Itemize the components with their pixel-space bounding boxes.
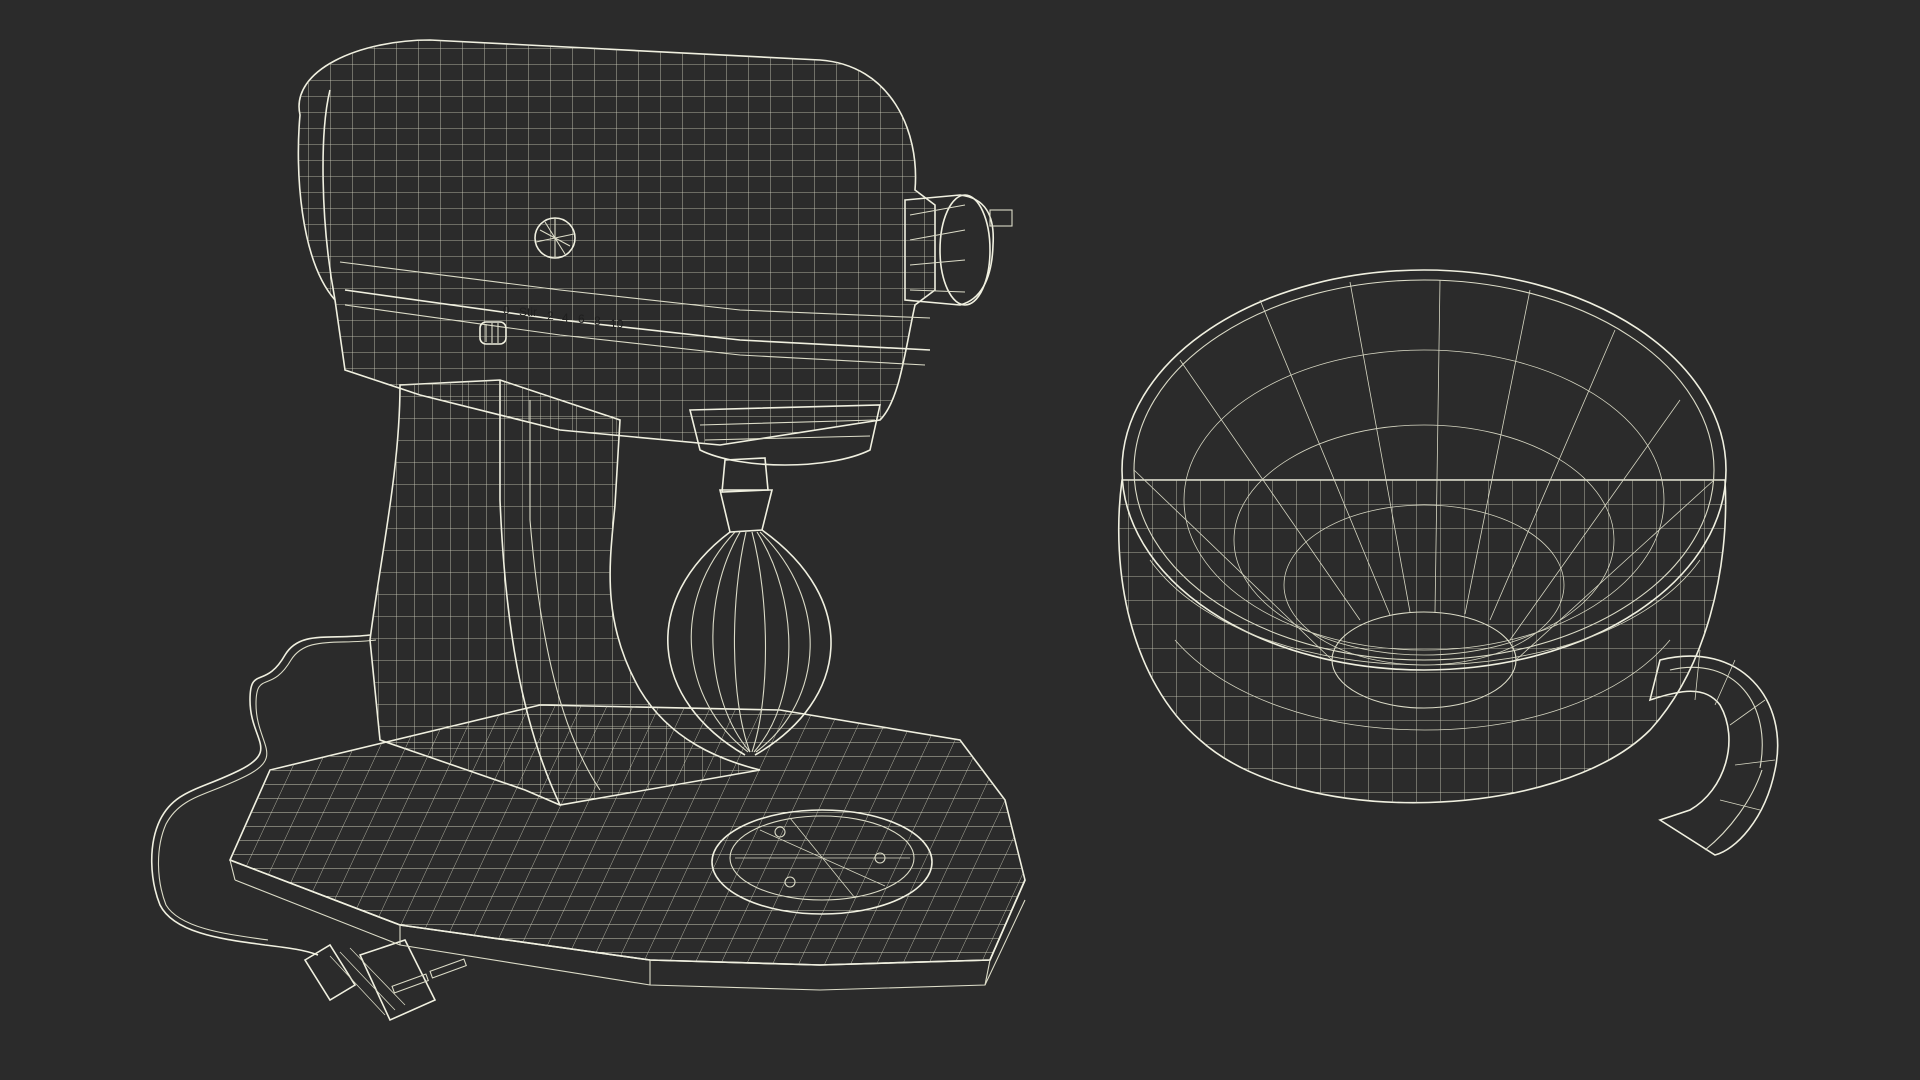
- speed-label-0: 0: [503, 303, 510, 317]
- speed-label-10: 10: [610, 317, 624, 331]
- render-viewport: 0 Stir 2 4 6 8 10: [0, 0, 1920, 1080]
- wireframe-scene: 0 Stir 2 4 6 8 10: [150, 39, 1779, 1022]
- speed-label-2: 2: [547, 309, 554, 323]
- speed-label-4: 4: [562, 311, 569, 325]
- stand-mixer: 0 Stir 2 4 6 8 10: [150, 39, 1026, 1022]
- speed-label-8: 8: [594, 314, 601, 328]
- speed-label-stir: Stir: [519, 305, 537, 319]
- mixing-bowl: [1117, 269, 1779, 856]
- speed-label-6: 6: [578, 312, 585, 326]
